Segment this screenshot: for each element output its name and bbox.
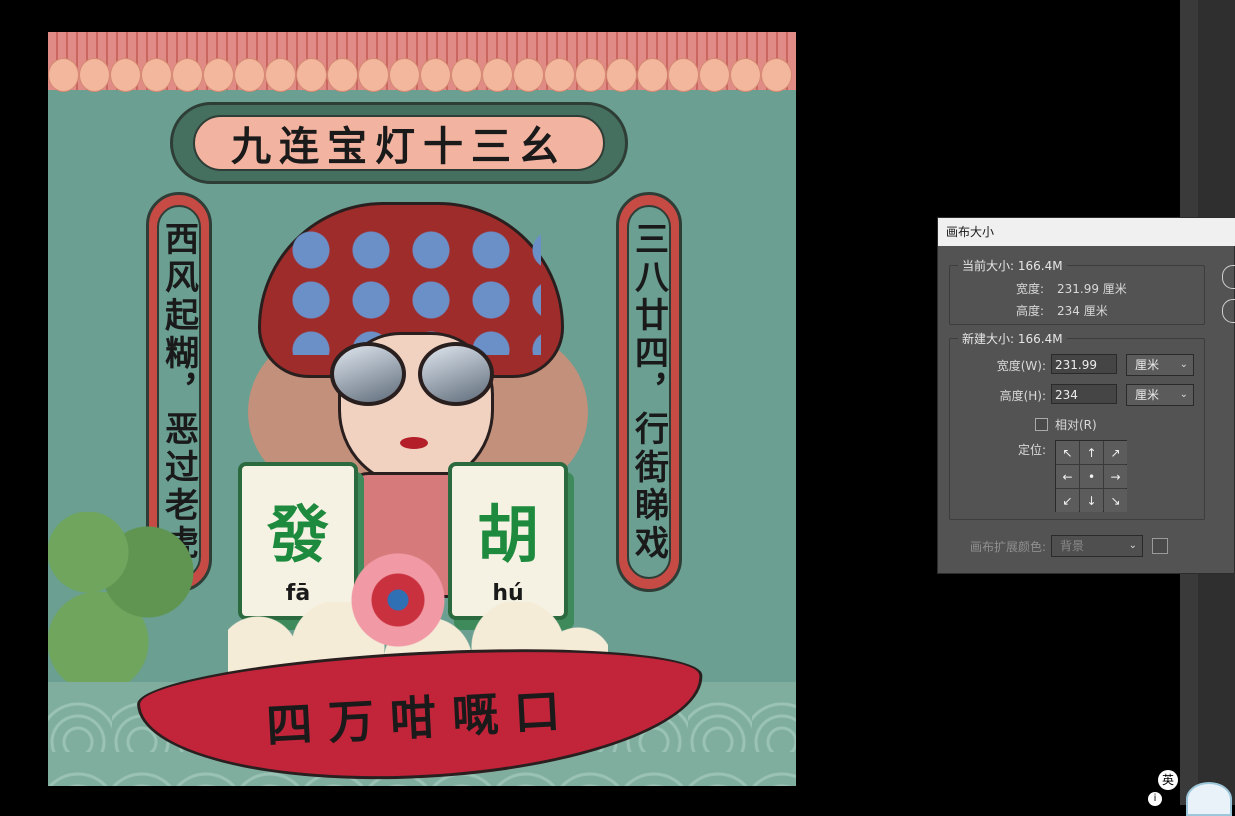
height-unit-select[interactable]: 厘米 ⌄ [1126,384,1194,406]
height-input[interactable]: 234 [1051,384,1117,404]
anchor-top-left-icon[interactable]: ↖ [1056,441,1079,464]
right-scroll-text: 三八廿四，行街睇戏 [628,221,669,563]
relative-label[interactable]: 相对(R) [1055,416,1097,433]
extension-color-select[interactable]: 背景 ⌄ [1051,535,1143,557]
current-width-value: 231.99 厘米 [1057,282,1127,296]
extension-color-value: 背景 [1060,539,1085,553]
mascot-icon[interactable] [1186,782,1232,816]
anchor-bottom-left-icon[interactable]: ↙ [1056,489,1079,512]
width-field-label: 宽度(W): [996,359,1046,373]
ok-button[interactable] [1222,265,1235,289]
anchor-center-icon[interactable]: • [1080,465,1103,488]
sunglasses [330,342,494,406]
chevron-down-icon: ⌄ [1179,389,1188,400]
title-pill: 九连宝灯十三幺 [193,115,605,171]
tile-hu-character: 胡 [476,498,539,571]
artwork-title: 九连宝灯十三幺 [231,123,567,170]
height-unit-value: 厘米 [1135,388,1160,402]
current-height-label: 高度: [1015,304,1044,318]
current-height-value: 234 厘米 [1057,304,1108,318]
anchor-label: 定位: [1017,443,1046,457]
right-scroll: 三八廿四，行街睇戏 [616,192,682,592]
figure-lips [400,437,428,449]
peony-flower [350,552,446,648]
width-unit-value: 厘米 [1135,358,1160,372]
canvas-size-dialog[interactable]: 画布大小 当前大小: 166.4M 宽度: 231.99 厘米 高度: 234 … [937,217,1235,574]
title-banner: 九连宝灯十三幺 [170,102,628,184]
current-size-label: 当前大小: 166.4M [958,257,1067,274]
tile-fa-character: 發 [266,498,329,571]
new-size-label: 新建大小: 166.4M [958,330,1067,347]
ime-language-indicator[interactable]: 英 [1158,770,1178,790]
anchor-bottom-icon[interactable]: ↓ [1080,489,1103,512]
cancel-button[interactable] [1222,299,1235,323]
canvas-artwork[interactable]: 九连宝灯十三幺 西风起糊，恶过老虎 三八廿四，行街睇戏 發 fā 胡 hú 四万… [48,32,796,786]
anchor-top-right-icon[interactable]: ↗ [1104,441,1127,464]
anchor-bottom-right-icon[interactable]: ↘ [1104,489,1127,512]
info-icon[interactable]: i [1148,792,1162,806]
mahjong-tile-hu: 胡 hú [448,462,568,620]
anchor-grid[interactable]: ↖ ↑ ↗ ← • → ↙ ↓ ↘ [1055,440,1127,512]
anchor-right-icon[interactable]: → [1104,465,1127,488]
height-field-label: 高度(H): [999,389,1046,403]
awning-scallops [48,58,796,94]
extension-color-label: 画布扩展颜色: [969,540,1046,554]
extension-color-swatch[interactable] [1152,538,1168,554]
anchor-top-icon[interactable]: ↑ [1080,441,1103,464]
chevron-down-icon: ⌄ [1179,359,1188,370]
width-unit-select[interactable]: 厘米 ⌄ [1126,354,1194,376]
width-input[interactable]: 231.99 [1051,354,1117,374]
anchor-left-icon[interactable]: ← [1056,465,1079,488]
dialog-title[interactable]: 画布大小 [938,218,1235,246]
mahjong-tile-fa: 發 fā [238,462,358,620]
chevron-down-icon: ⌄ [1128,540,1137,551]
relative-checkbox[interactable] [1035,418,1048,431]
ribbon-text: 四万咁嘅口 [264,682,578,754]
current-width-label: 宽度: [1015,282,1044,296]
